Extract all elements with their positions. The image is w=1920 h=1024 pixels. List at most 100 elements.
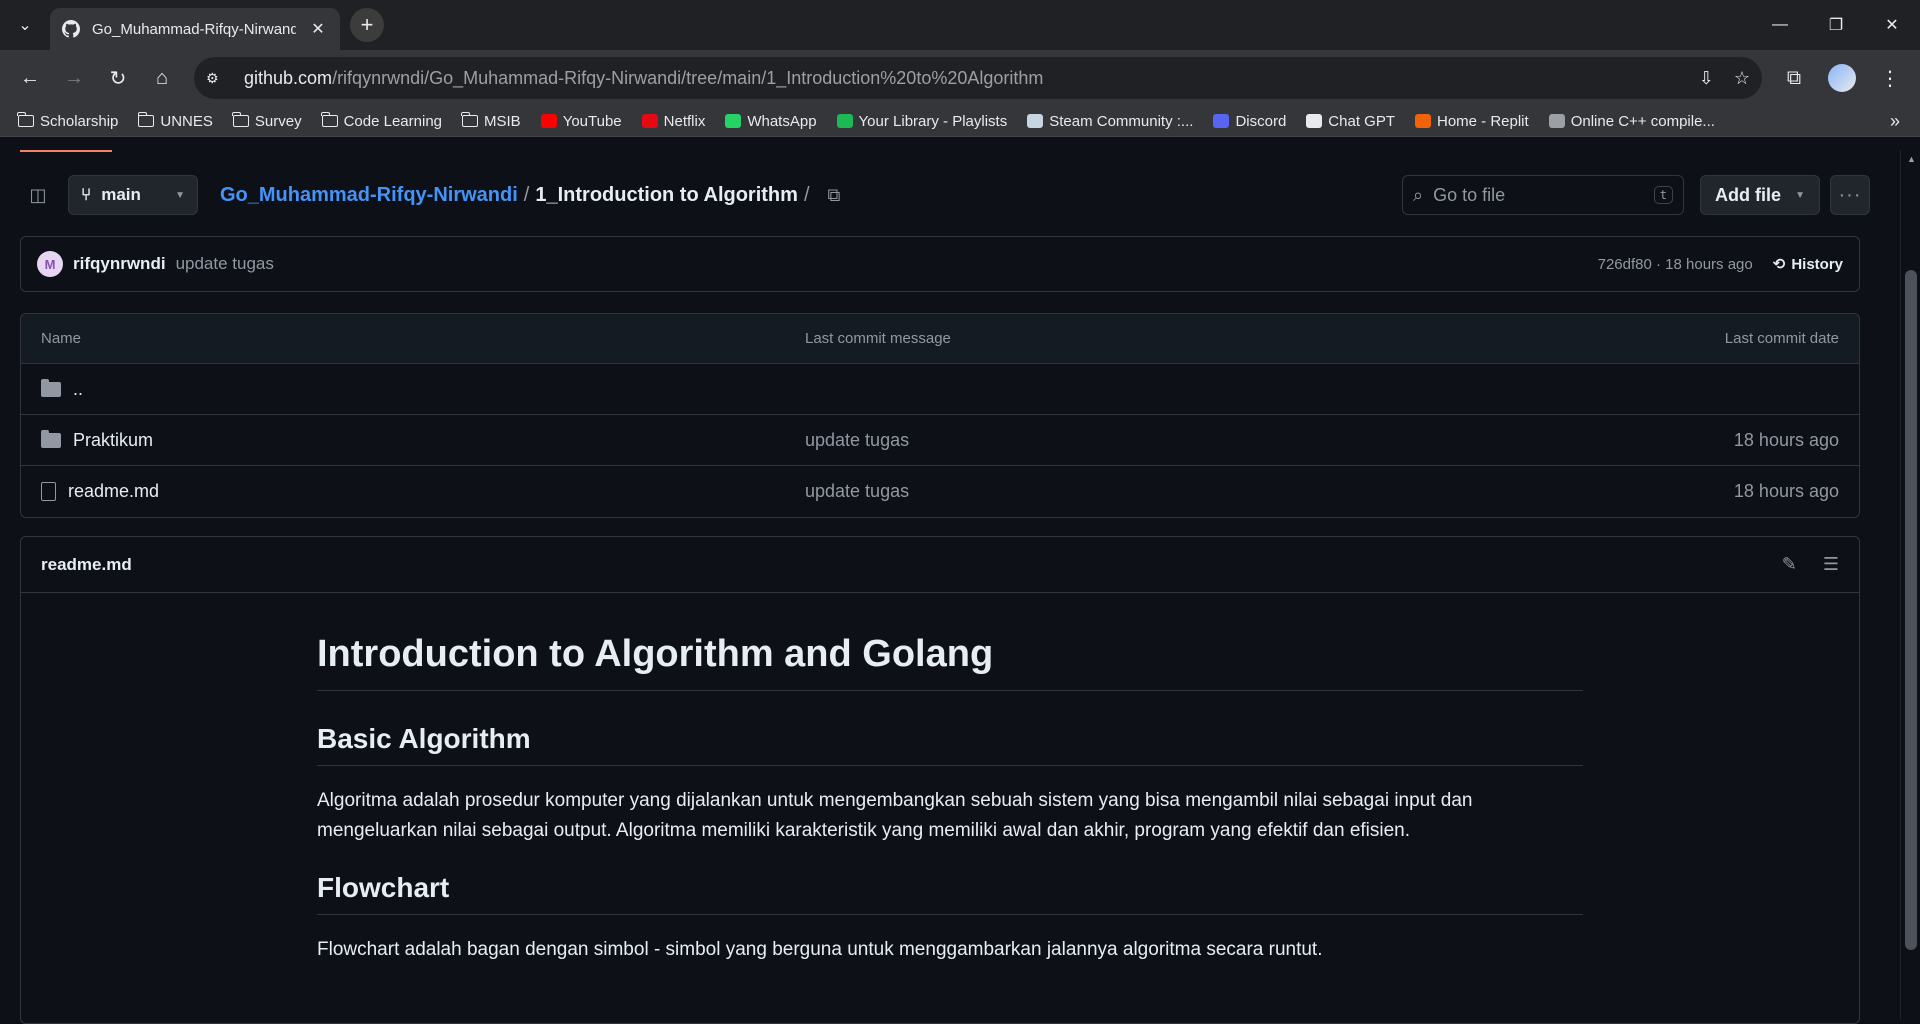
bookmark-label: Code Learning [343,112,443,130]
readme-header: readme.md ✎ ☰ [21,537,1859,593]
scroll-up-icon[interactable]: ▲ [1907,154,1916,164]
bookmark-star-icon[interactable]: ☆ [1734,68,1750,89]
table-row[interactable]: Praktikum update tugas 18 hours ago [21,415,1859,466]
discord-icon [1213,114,1230,128]
bookmark-item[interactable]: Steam Community :... [1019,108,1201,134]
address-bar[interactable]: ⚙ github.com/rifqynrwndi/Go_Muhammad-Rif… [194,57,1762,99]
folder-icon [232,112,249,127]
youtube-icon [540,114,557,128]
readme-filename[interactable]: readme.md [41,555,132,575]
go-to-file-input[interactable]: ⌕ Go to file t [1402,175,1684,215]
branch-selector[interactable]: ⑂ main ▼ [68,175,198,215]
file-icon [41,482,56,501]
folder-icon [137,112,155,127]
forward-arrow-icon[interactable]: → [54,58,94,98]
bookmark-item[interactable]: UNNES [130,108,221,134]
bookmark-label: UNNES [160,112,213,130]
site-info-icon[interactable]: ⚙ [206,70,234,87]
folder-icon [41,429,61,448]
new-tab-button[interactable]: + [350,8,384,42]
ide-icon [1548,114,1565,128]
bookmark-item[interactable]: Netflix [634,108,714,134]
bookmark-item[interactable]: Survey [225,108,310,134]
bookmark-label: Your Library - Playlists [858,112,1008,130]
restore-icon[interactable]: ❐ [1808,0,1864,50]
browser-toolbar: ← → ↻ ⌂ ⚙ github.com/rifqynrwndi/Go_Muha… [0,50,1920,106]
bookmark-item[interactable]: Online C++ compile... [1541,108,1723,134]
browser-menu-icon[interactable]: ⋮ [1870,58,1910,98]
header-message: Last commit message [805,330,951,347]
close-tab-icon[interactable]: ✕ [308,19,328,39]
bookmark-item[interactable]: Code Learning [314,108,450,134]
branch-icon: ⑂ [81,185,92,204]
file-name[interactable]: readme.md [68,481,159,502]
bookmark-label: YouTube [562,112,622,130]
bookmark-item[interactable]: MSIB [454,108,529,134]
table-row[interactable]: .. [21,364,1859,415]
branch-name: main [101,185,141,204]
bookmark-item[interactable]: Your Library - Playlists [829,108,1016,134]
file-name[interactable]: .. [73,379,83,400]
file-name[interactable]: Praktikum [73,430,153,451]
history-button[interactable]: ⟲ History [1772,255,1843,274]
table-header: Name Last commit message Last commit dat… [21,314,1859,364]
profile-avatar[interactable] [1828,64,1856,92]
page-scrollbar[interactable]: ▲ [1900,150,1920,1020]
bookmark-item[interactable]: WhatsApp [717,108,824,134]
folder-icon [41,378,61,397]
more-options-button[interactable]: ··· [1830,175,1870,215]
shortcut-key: t [1653,186,1673,204]
readme-h1: Introduction to Algorithm and Golang [317,633,1583,691]
readme-h2-flowchart: Flowchart [317,872,1583,915]
bookmark-label: Steam Community :... [1049,112,1194,130]
chatgpt-icon [1306,114,1323,128]
url-host: github.com [244,67,333,88]
breadcrumb-current-dir: 1_Introduction to Algorithm [535,183,798,206]
bookmark-item[interactable]: Discord [1205,108,1294,134]
bookmark-item[interactable]: YouTube [533,108,630,134]
search-icon: ⌕ [1413,184,1424,205]
minimize-icon[interactable]: — [1752,0,1808,50]
sidebar-toggle-icon[interactable]: ◫ [20,175,56,215]
bookmark-label: Netflix [663,112,706,130]
table-row[interactable]: readme.md update tugas 18 hours ago [21,466,1859,517]
reload-icon[interactable]: ↻ [98,58,138,98]
row-commit-message[interactable]: update tugas [805,430,1734,451]
back-arrow-icon[interactable]: ← [10,58,50,98]
window-close-icon[interactable]: ✕ [1864,0,1920,50]
scroll-thumb[interactable] [1905,270,1917,950]
bookmark-item[interactable]: Chat GPT [1298,108,1403,134]
install-app-icon[interactable]: ⇩ [1699,68,1714,89]
folder-icon [17,112,34,127]
copy-path-icon[interactable]: ⧉ [828,185,841,206]
edit-pencil-icon[interactable]: ✎ [1782,554,1797,575]
bookmarks-overflow-icon[interactable]: » [1890,111,1910,132]
commit-hash-time[interactable]: 726df80 · 18 hours ago [1598,256,1753,273]
header-name: Name [41,330,82,347]
bookmark-label: Online C++ compile... [1570,112,1715,130]
file-table: Name Last commit message Last commit dat… [20,313,1860,518]
commit-author[interactable]: rifqynrwndi [73,254,166,274]
avatar[interactable]: M [37,251,63,277]
bookmark-label: Home - Replit [1436,112,1529,130]
bookmark-label: Scholarship [40,112,119,130]
caret-down-icon: ▼ [1795,189,1805,201]
extensions-icon[interactable]: ⧉ [1774,58,1814,98]
home-icon[interactable]: ⌂ [142,58,182,98]
add-file-button[interactable]: Add file ▼ [1700,175,1820,215]
tab-search-chevron-icon[interactable]: ⌄ [0,0,50,50]
outline-list-icon[interactable]: ☰ [1823,554,1839,575]
bookmark-item[interactable]: Scholarship [10,108,126,134]
commit-message[interactable]: update tugas [176,254,274,274]
bookmark-label: MSIB [484,112,521,130]
history-icon: ⟲ [1772,256,1786,273]
bookmark-item[interactable]: Home - Replit [1407,108,1537,134]
row-commit-date: 18 hours ago [1733,481,1839,501]
spotify-icon [836,114,853,128]
readme-paragraph-basic: Algoritma adalah prosedur komputer yang … [317,790,1473,841]
row-commit-message[interactable]: update tugas [805,481,1734,502]
breadcrumb-repo-link[interactable]: Go_Muhammad-Rifqy-Nirwandi [220,184,518,207]
folder-icon [461,112,479,127]
go-to-file-placeholder: Go to file [1433,184,1506,205]
browser-tab[interactable]: Go_Muhammad-Rifqy-Nirwandi ✕ [50,8,340,50]
